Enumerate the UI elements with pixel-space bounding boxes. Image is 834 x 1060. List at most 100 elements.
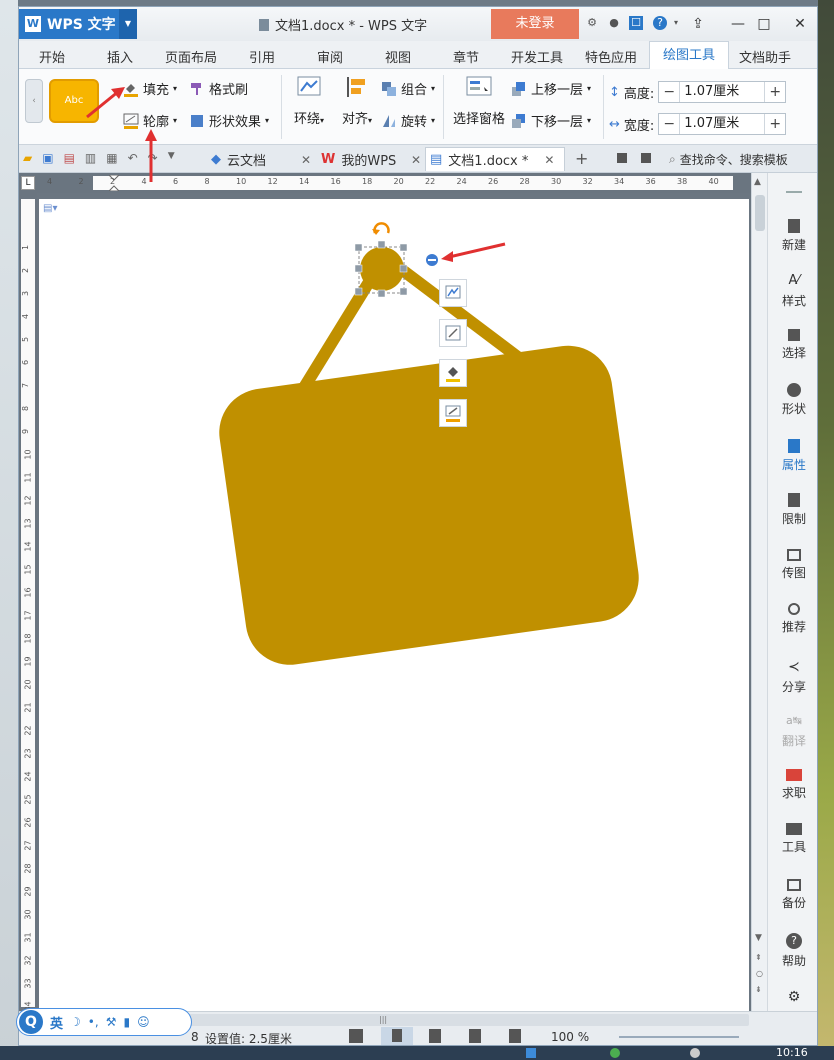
wrap-button[interactable]: 环绕▾ — [291, 75, 327, 127]
minimize-button[interactable]: — — [727, 13, 749, 35]
panel-translate[interactable]: a↹ 翻译 — [768, 713, 817, 749]
vertical-scrollbar[interactable]: ▲ ▼ ⇞ ○ ⇟ — [751, 173, 767, 1011]
mail-icon[interactable] — [641, 153, 651, 163]
menu-developer[interactable]: 开发工具 — [511, 47, 563, 66]
wrench-icon[interactable]: ⚒ — [106, 1015, 117, 1029]
panel-recommend[interactable]: 推荐 — [768, 603, 817, 635]
tab-my-wps[interactable]: W 我的WPS — [317, 147, 421, 171]
scroll-down-arrow[interactable]: ▼ — [755, 933, 762, 943]
menu-insert[interactable]: 插入 — [107, 47, 133, 66]
menu-page-layout[interactable]: 页面布局 — [165, 47, 217, 66]
menu-doc-assistant[interactable]: 文档助手 — [739, 47, 791, 66]
menu-section[interactable]: 章节 — [453, 47, 479, 66]
maximize-button[interactable]: □ — [753, 13, 775, 35]
fill-option-button[interactable] — [439, 359, 467, 387]
style-scroll-left-button[interactable]: ‹ — [25, 79, 43, 123]
width-increase-button[interactable]: + — [765, 116, 785, 132]
width-input[interactable]: − 1.07厘米 + — [658, 113, 787, 135]
tray-app-icon[interactable] — [610, 1048, 620, 1058]
ime-language-toggle[interactable]: 英 — [50, 1013, 63, 1032]
selection-pane-button[interactable]: 选择窗格 — [449, 75, 509, 127]
web-view-icon[interactable] — [469, 1029, 481, 1043]
scroll-up-arrow[interactable]: ▲ — [754, 177, 761, 187]
feedback-icon[interactable]: ☐ — [629, 16, 643, 30]
tab-cloud-docs[interactable]: ◆ 云文档 — [207, 147, 311, 171]
scrollbar-thumb[interactable] — [755, 195, 765, 231]
rotate-button[interactable]: 旋转 ▾ — [381, 111, 435, 130]
bring-forward-button[interactable]: 上移一层 ▾ — [511, 79, 591, 98]
height-input[interactable]: − 1.07厘米 + — [658, 81, 787, 103]
clipboard-icon[interactable]: ▮ — [123, 1015, 130, 1029]
app-menu-dropdown-icon[interactable]: ▼ — [119, 9, 137, 39]
help-icon[interactable]: ? — [653, 16, 667, 30]
panel-select[interactable]: 选择 — [768, 329, 817, 361]
help-dropdown-icon[interactable]: ▾ — [669, 16, 683, 30]
menu-home[interactable]: 开始 — [39, 47, 65, 66]
toolbar-dropdown-icon[interactable]: ▼ — [168, 151, 175, 165]
outline-view-icon[interactable] — [429, 1029, 441, 1043]
zoom-slider[interactable] — [619, 1036, 739, 1038]
horizontal-scroll-grip[interactable]: ||| — [379, 1015, 387, 1024]
panel-share[interactable]: ≺ 分享 — [768, 659, 817, 695]
upload-icon[interactable]: ⇪ — [687, 13, 709, 35]
eye-protection-icon[interactable] — [509, 1029, 521, 1043]
group-button[interactable]: 组合 ▾ — [381, 79, 435, 98]
height-increase-button[interactable]: + — [765, 84, 785, 100]
panel-help[interactable]: ? 帮助 — [768, 933, 817, 969]
panel-grip[interactable] — [786, 191, 802, 193]
panel-restrict[interactable]: 限制 — [768, 493, 817, 527]
rotate-handle-icon[interactable] — [372, 222, 390, 235]
prev-page-icon[interactable]: ⇞ — [755, 953, 762, 962]
hook-circle[interactable] — [360, 247, 404, 291]
search-box[interactable]: ⌕ 查找命令、搜索模板 — [669, 151, 788, 168]
menu-special-apps[interactable]: 特色应用 — [585, 47, 637, 66]
width-decrease-button[interactable]: − — [659, 116, 679, 132]
outline-option-button[interactable] — [439, 399, 467, 427]
sign-board[interactable] — [214, 340, 645, 670]
page-view-button[interactable] — [381, 1027, 413, 1045]
tab-close-icon[interactable]: ✕ — [301, 153, 311, 167]
panel-shapes[interactable]: 形状 — [768, 383, 817, 417]
next-page-icon[interactable]: ⇟ — [755, 985, 762, 994]
new-tab-button[interactable]: + — [575, 149, 588, 168]
moon-icon[interactable]: ☽ — [70, 1015, 81, 1029]
emoji-icon[interactable]: ☺ — [137, 1015, 150, 1029]
document-page[interactable]: ▤▾ — [39, 199, 749, 1011]
punctuation-icon[interactable]: •, — [88, 1015, 99, 1029]
horizontal-scrollbar[interactable]: ||| — [99, 1014, 749, 1026]
panel-jobs[interactable]: 求职 — [768, 769, 817, 801]
align-button[interactable]: 对齐▾ — [339, 75, 375, 127]
width-value[interactable]: 1.07厘米 — [679, 114, 766, 134]
vertical-ruler[interactable]: 1 2 3 4 5 6 7 8 9 10 11 12 13 14 15 16 17 18 19 20 21 22 23 24 2… — [19, 193, 37, 1035]
select-browse-object-icon[interactable]: ○ — [756, 969, 763, 978]
tray-volume-icon[interactable] — [690, 1048, 700, 1058]
sign-board-shape[interactable] — [214, 340, 645, 670]
panel-tools[interactable]: 工具 — [768, 823, 817, 855]
panel-upload-image[interactable]: 传图 — [768, 549, 817, 581]
export-pdf-icon[interactable]: ▤ — [64, 151, 75, 165]
ime-logo-icon[interactable]: Q — [19, 1010, 43, 1034]
layout-option-button[interactable] — [439, 279, 467, 307]
tab-close-icon[interactable]: ✕ — [411, 153, 421, 167]
skin-icon[interactable]: ⚙ — [585, 16, 599, 30]
height-value[interactable]: 1.07厘米 — [679, 82, 766, 102]
tab-document[interactable]: ▤ 文档1.docx * ✕ — [425, 147, 565, 171]
menu-view[interactable]: 视图 — [385, 47, 411, 66]
format-painter-button[interactable]: 格式刷 — [189, 79, 248, 98]
style-option-button[interactable] — [439, 319, 467, 347]
panel-properties[interactable]: 属性 — [768, 439, 817, 473]
menu-review[interactable]: 审阅 — [317, 47, 343, 66]
panel-new[interactable]: 新建 — [768, 219, 817, 253]
zoom-level[interactable]: 100 % — [551, 1030, 589, 1044]
tab-close-icon[interactable]: ✕ — [544, 153, 554, 167]
shape-effect-button[interactable]: 形状效果 ▾ — [189, 111, 269, 130]
panel-styles[interactable]: A⁄ 样式 — [768, 273, 817, 309]
login-button[interactable]: 未登录 — [491, 9, 579, 39]
tray-ime-icon[interactable] — [526, 1048, 536, 1058]
panel-settings[interactable]: ⚙ — [768, 989, 817, 1005]
close-button[interactable]: ✕ — [789, 13, 811, 35]
save-icon[interactable]: ▣ — [42, 151, 53, 165]
fullscreen-icon[interactable] — [349, 1029, 363, 1043]
open-icon[interactable]: ▰ — [23, 151, 32, 165]
layout-options-icon[interactable] — [426, 254, 438, 266]
